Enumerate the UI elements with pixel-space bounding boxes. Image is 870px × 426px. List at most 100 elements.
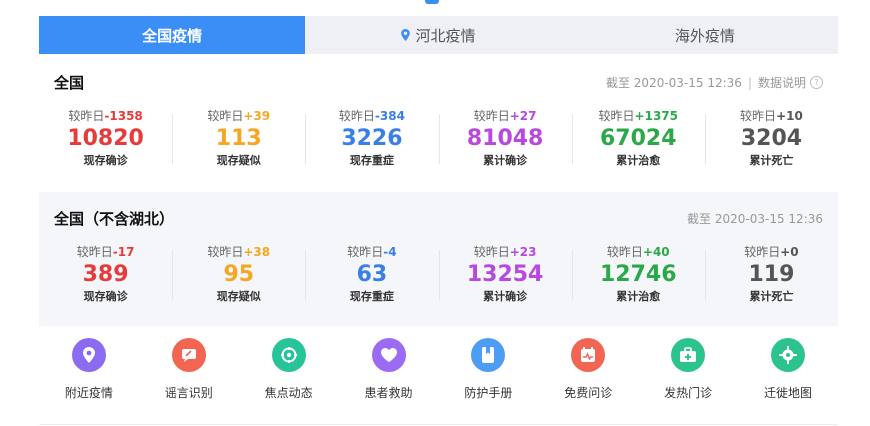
stat-current-suspected: 较昨日+38 95 现存疑似 (172, 244, 305, 305)
rumor-icon (171, 338, 206, 372)
focus-news-icon (271, 338, 306, 372)
help-icon[interactable]: ? (810, 76, 823, 89)
stat-current-confirmed: 较昨日-17 389 现存确诊 (39, 244, 172, 305)
tool-handbook[interactable]: 防护手册 (439, 338, 539, 401)
tool-migration-map[interactable]: 迁徙地图 (738, 338, 838, 401)
tool-label: 迁徙地图 (764, 386, 813, 400)
tool-label: 焦点动态 (264, 386, 313, 400)
stat-label: 现存疑似 (216, 154, 261, 167)
compare-text: 较昨日+1375 (572, 108, 705, 124)
stat-label: 现存重症 (349, 290, 394, 303)
compare-prefix: 较昨日 (473, 245, 510, 259)
top-indicator (425, 0, 439, 4)
compare-prefix: 较昨日 (338, 109, 375, 123)
excl-hubei-summary: 全国（不含湖北） 截至 2020-03-15 12:36 较昨日-17 389 … (39, 192, 838, 326)
stat-label: 累计治愈 (616, 290, 661, 303)
compare-prefix: 较昨日 (207, 109, 244, 123)
stat-total-cured: 较昨日+1375 67024 累计治愈 (571, 108, 705, 169)
compare-text: 较昨日+38 (172, 244, 305, 260)
stat-value: 12746 (600, 262, 677, 287)
tool-focus[interactable]: 焦点动态 (239, 338, 339, 401)
tool-patient-aid[interactable]: 患者救助 (339, 338, 439, 401)
medical-kit-icon (671, 338, 706, 372)
divider: | (747, 75, 752, 90)
stat-label: 累计确诊 (483, 290, 528, 303)
delta-value: +10 (776, 109, 803, 123)
stat-current-confirmed: 较昨日-1358 10820 现存确诊 (39, 108, 172, 169)
delta-value: +1375 (634, 109, 678, 123)
divider (39, 424, 838, 425)
stat-current-severe: 较昨日-384 3226 现存重症 (305, 108, 438, 169)
stat-value: 113 (215, 126, 262, 151)
tab-hebei[interactable]: 河北疫情 (305, 16, 571, 54)
compare-text: 较昨日+40 (572, 244, 705, 260)
heart-icon (371, 338, 406, 372)
stat-label: 现存疑似 (216, 290, 261, 303)
tool-label: 患者救助 (364, 386, 413, 400)
stat-value: 81048 (466, 126, 544, 151)
delta-value: +23 (509, 245, 537, 259)
stat-label: 累计确诊 (483, 154, 528, 167)
delta-value: +38 (243, 245, 271, 259)
stat-label: 累计死亡 (749, 154, 794, 167)
compare-text: 较昨日+39 (172, 108, 305, 124)
compare-prefix: 较昨日 (207, 245, 244, 259)
stat-total-confirmed: 较昨日+23 13254 累计确诊 (438, 244, 572, 305)
timestamp: 截至 2020-03-15 12:36 (687, 212, 823, 226)
tab-label: 海外疫情 (674, 26, 735, 45)
stat-label: 现存重症 (349, 154, 394, 167)
compare-text: 较昨日+23 (439, 244, 572, 260)
map-target-icon (771, 338, 806, 372)
compare-text: 较昨日+27 (439, 108, 572, 124)
stats-row: 较昨日-17 389 现存确诊 较昨日+38 95 现存疑似 较昨日-4 63 … (39, 244, 838, 305)
compare-prefix: 较昨日 (598, 109, 635, 123)
service-shortcuts: 附近疫情 谣言识别 焦点动态 患者救助 防护手册 免费问诊 发热门诊 迁徙地图 (39, 338, 838, 401)
delta-value: +27 (509, 109, 537, 123)
tab-label: 河北疫情 (415, 26, 476, 45)
section-title: 全国（不含湖北） (54, 210, 175, 228)
tool-label: 发热门诊 (664, 386, 713, 400)
compare-text: 较昨日-1358 (39, 108, 172, 124)
stat-current-severe: 较昨日-4 63 现存重症 (305, 244, 438, 305)
stat-value: 13254 (466, 262, 544, 287)
tool-label: 免费问诊 (564, 386, 613, 400)
compare-prefix: 较昨日 (76, 245, 113, 259)
stat-value: 119 (748, 262, 795, 287)
delta-value: +40 (642, 245, 670, 259)
delta-value: +39 (243, 109, 271, 123)
delta-value: -4 (383, 245, 397, 259)
location-pin-icon (401, 29, 411, 41)
compare-prefix: 较昨日 (606, 245, 643, 259)
location-pin-icon (71, 338, 106, 372)
stat-total-confirmed: 较昨日+27 81048 累计确诊 (438, 108, 572, 169)
tool-label: 谣言识别 (164, 386, 213, 400)
stat-value: 63 (356, 262, 388, 287)
tool-label: 附近疫情 (64, 386, 113, 400)
stat-value: 3226 (341, 126, 403, 151)
section-title: 全国 (54, 74, 85, 92)
tool-free-consult[interactable]: 免费问诊 (538, 338, 638, 401)
delta-value: -384 (374, 109, 405, 123)
compare-prefix: 较昨日 (740, 109, 777, 123)
tab-overseas[interactable]: 海外疫情 (572, 16, 838, 54)
update-time: 截至 2020-03-15 12:36 (687, 210, 823, 227)
stat-total-deaths: 较昨日+0 119 累计死亡 (704, 244, 838, 305)
delta-value: -1358 (104, 109, 143, 123)
stat-label: 现存确诊 (83, 154, 128, 167)
stat-value: 10820 (67, 126, 144, 151)
tool-rumor[interactable]: 谣言识别 (139, 338, 239, 401)
stat-total-deaths: 较昨日+10 3204 累计死亡 (704, 108, 838, 169)
compare-text: 较昨日-17 (39, 244, 172, 260)
stat-total-cured: 较昨日+40 12746 累计治愈 (571, 244, 705, 305)
compare-prefix: 较昨日 (744, 245, 781, 259)
compare-text: 较昨日-384 (305, 108, 438, 124)
stats-row: 较昨日-1358 10820 现存确诊 较昨日+39 113 现存疑似 较昨日-… (39, 108, 838, 169)
national-summary: 全国 截至 2020-03-15 12:36 | 数据说明 ? 较昨日-1358… (39, 56, 838, 184)
tab-national[interactable]: 全国疫情 (39, 16, 306, 54)
tool-nearby[interactable]: 附近疫情 (39, 338, 139, 401)
data-explanation-link[interactable]: 数据说明 (758, 74, 806, 91)
stat-value: 67024 (600, 126, 677, 151)
stat-value: 389 (82, 262, 129, 287)
tool-fever-clinic[interactable]: 发热门诊 (638, 338, 738, 401)
tool-label: 防护手册 (464, 386, 513, 400)
